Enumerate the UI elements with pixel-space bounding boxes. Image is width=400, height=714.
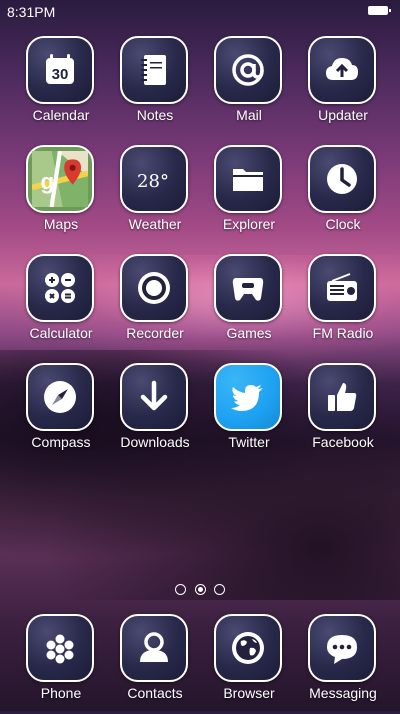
status-bar: 8:31PM: [0, 0, 400, 24]
page-dot[interactable]: [213, 584, 225, 595]
app-label: Notes: [136, 107, 174, 123]
gamepad-icon: [214, 254, 282, 322]
dock: Phone Contacts Browser Messaging: [0, 614, 400, 711]
app-updater[interactable]: Updater: [296, 36, 390, 136]
app-label: Recorder: [126, 325, 184, 341]
app-clock[interactable]: Clock: [296, 145, 390, 245]
dock-browser[interactable]: Browser: [202, 614, 296, 714]
app-facebook[interactable]: Facebook: [296, 363, 390, 463]
page-dot-active[interactable]: [194, 584, 206, 595]
clock-icon: [308, 145, 376, 213]
svg-text:g: g: [41, 169, 55, 194]
app-fm-radio[interactable]: FM Radio: [296, 254, 390, 354]
app-compass[interactable]: Compass: [14, 363, 108, 463]
battery-icon: [368, 6, 391, 15]
app-label: FM Radio: [312, 325, 374, 341]
app-label: Maps: [43, 216, 79, 232]
app-calendar[interactable]: 30 Calendar: [14, 36, 108, 136]
dock-messaging[interactable]: Messaging: [296, 614, 390, 714]
weather-icon: 28°: [120, 145, 188, 213]
app-notes[interactable]: Notes: [108, 36, 202, 136]
calendar-icon: 30: [26, 36, 94, 104]
record-icon: [120, 254, 188, 322]
app-label: Messaging: [309, 685, 377, 701]
app-label: Mail: [236, 107, 262, 123]
twitter-bird-icon: [214, 363, 282, 431]
app-label: Browser: [223, 685, 275, 701]
dock-phone[interactable]: Phone: [14, 614, 108, 714]
app-label: Updater: [318, 107, 368, 123]
app-label: Twitter: [228, 434, 270, 450]
dialpad-icon: [26, 614, 94, 682]
app-label: Weather: [128, 216, 182, 232]
app-label: Explorer: [222, 216, 276, 232]
maps-icon: g: [26, 145, 94, 213]
status-time: 8:31PM: [7, 4, 56, 20]
folder-icon: [214, 145, 282, 213]
app-label: Games: [226, 325, 272, 341]
app-downloads[interactable]: Downloads: [108, 363, 202, 463]
globe-icon: [214, 614, 282, 682]
calculator-icon: [26, 254, 94, 322]
app-label: Downloads: [120, 434, 190, 450]
at-sign-icon: [214, 36, 282, 104]
notes-icon: [120, 36, 188, 104]
compass-icon: [26, 363, 94, 431]
app-twitter[interactable]: Twitter: [202, 363, 296, 463]
app-recorder[interactable]: Recorder: [108, 254, 202, 354]
app-label: Calendar: [32, 107, 90, 123]
svg-text:28°: 28°: [137, 171, 169, 192]
app-games[interactable]: Games: [202, 254, 296, 354]
app-calculator[interactable]: Calculator: [14, 254, 108, 354]
app-label: Facebook: [312, 434, 374, 450]
chat-bubble-icon: [308, 614, 376, 682]
cloud-upload-icon: [308, 36, 376, 104]
download-arrow-icon: [120, 363, 188, 431]
app-weather[interactable]: 28° Weather: [108, 145, 202, 245]
svg-text:30: 30: [52, 66, 69, 83]
app-mail[interactable]: Mail: [202, 36, 296, 136]
app-label: Contacts: [127, 685, 183, 701]
dock-contacts[interactable]: Contacts: [108, 614, 202, 714]
page-dot[interactable]: [175, 584, 187, 595]
app-label: Clock: [325, 216, 361, 232]
thumbs-up-icon: [308, 363, 376, 431]
person-icon: [120, 614, 188, 682]
app-maps[interactable]: g Maps: [14, 145, 108, 245]
app-label: Calculator: [29, 325, 93, 341]
app-explorer[interactable]: Explorer: [202, 145, 296, 245]
app-label: Phone: [40, 685, 82, 701]
radio-icon: [308, 254, 376, 322]
app-label: Compass: [31, 434, 91, 450]
page-indicator[interactable]: [0, 582, 400, 600]
